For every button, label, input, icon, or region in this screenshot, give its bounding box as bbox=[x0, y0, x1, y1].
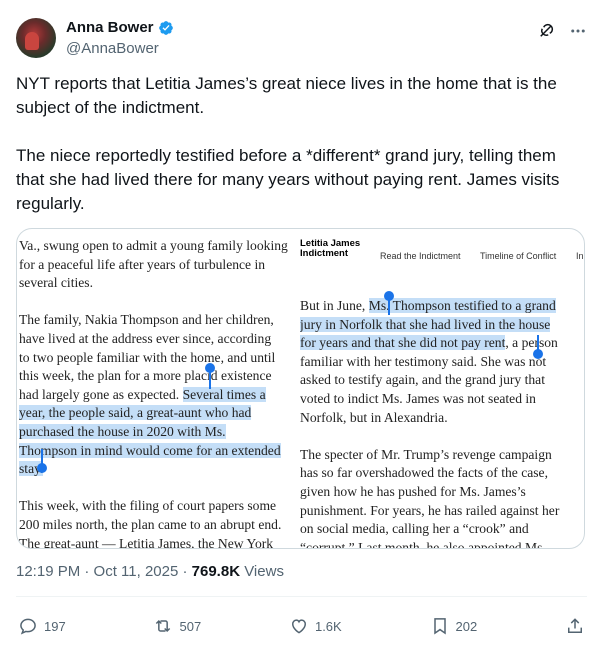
more-icon[interactable] bbox=[569, 22, 587, 40]
tweet-paragraph-2: The niece reportedly testified before a … bbox=[16, 146, 560, 213]
nyt-brand-line-2: Indictment bbox=[300, 248, 349, 259]
bookmark-count: 202 bbox=[455, 618, 478, 634]
repost-count: 507 bbox=[179, 618, 202, 634]
article-left-line: The family, Nakia Thompson and her child… bbox=[19, 312, 274, 328]
article-left-line: 200 miles north, the plan came to an abr… bbox=[19, 516, 282, 532]
views-label: Views bbox=[240, 563, 284, 580]
article-left-line: year, the people said, a great-aunt who … bbox=[19, 404, 288, 423]
tweet-actions: 197 507 1.6K 202 bbox=[18, 614, 585, 638]
views-count: 769.8K bbox=[191, 563, 241, 580]
timestamp-text[interactable]: 12:19 PM · Oct 11, 2025 · bbox=[16, 563, 192, 580]
tweet-paragraph-1: NYT reports that Letitia James’s great n… bbox=[16, 74, 557, 117]
header-actions bbox=[537, 22, 587, 40]
article-left-line: The great-aunt — Letitia James, the New … bbox=[19, 535, 274, 549]
grok-icon[interactable] bbox=[537, 22, 555, 40]
article-left-lines: Va., swung open to admit a young family … bbox=[19, 237, 288, 548]
author-name[interactable]: Anna Bower bbox=[66, 19, 154, 36]
article-screenshot[interactable]: ⌒⌒⌒ ⌒⌒ ⌒ ⌒⌒⌒⌒⌒ ⌒⌒⌒⌒⌒⌒ ⌒⌒⌒⌒⌒⌒ ⌒⌒ ⌒⌒⌒⌒⌒⌒⌒ … bbox=[16, 228, 585, 549]
article-right-highlighted-text: for years and that she did not pay rent bbox=[300, 335, 506, 351]
article-left-line: for a peaceful life after years of turbu… bbox=[19, 256, 266, 272]
article-left-line: have lived at the address ever since, ac… bbox=[19, 330, 272, 346]
article-right-highlighted-text: Ms. Thompson testified to a grand bbox=[368, 298, 556, 313]
article-right-line: voted to indict Ms. James was not seated… bbox=[300, 390, 536, 406]
article-right-line: familiar with her testimony said. She wa… bbox=[300, 353, 547, 369]
article-left-line bbox=[19, 479, 288, 498]
article-left-line: purchased the house in 2020 with Ms. bbox=[19, 423, 288, 442]
nyt-link-timeline[interactable]: Timeline of Conflict bbox=[480, 247, 556, 266]
article-right-line-text: , a person bbox=[505, 335, 558, 351]
article-right-line: asked to testify again, and the grand ju… bbox=[300, 372, 545, 388]
tweet-header: Anna Bower @AnnaBower bbox=[16, 14, 587, 62]
article-right-lines: But in June, Ms. Thompson testified to a… bbox=[300, 297, 559, 548]
article-right-line: “corrupt.” Last month, he also appointed… bbox=[300, 539, 546, 548]
article-right-highlighted-text: jury in Norfolk that she had lived in th… bbox=[300, 316, 551, 332]
verified-badge-icon bbox=[158, 20, 173, 35]
share-button[interactable] bbox=[565, 616, 585, 636]
article-left-highlighted-text: purchased the house in 2020 with Ms. bbox=[19, 423, 226, 439]
article-left-line: This week, with the filing of court pape… bbox=[19, 498, 277, 514]
share-icon bbox=[567, 618, 582, 633]
article-left-line: had largely gone as expected. Several ti… bbox=[19, 386, 288, 405]
like-button[interactable]: 1.6K bbox=[289, 616, 342, 636]
selection-cursor-start-right bbox=[388, 297, 390, 315]
repost-button[interactable]: 507 bbox=[153, 616, 201, 636]
article-left-highlighted-text: Several times a bbox=[182, 386, 266, 402]
like-icon bbox=[291, 619, 306, 634]
article-right-line-text: But in June, bbox=[300, 298, 369, 313]
like-count: 1.6K bbox=[314, 618, 342, 634]
bookmark-button[interactable]: 202 bbox=[430, 616, 478, 636]
reply-icon bbox=[20, 618, 36, 635]
article-right-line: on social media, calling her a “crook” a… bbox=[300, 521, 529, 537]
article-right-line: jury in Norfolk that she had lived in th… bbox=[300, 316, 559, 335]
article-left-column: ⌒⌒⌒ ⌒⌒ ⌒ ⌒⌒⌒⌒⌒ ⌒⌒⌒⌒⌒⌒ ⌒⌒⌒⌒⌒⌒ ⌒⌒ ⌒⌒⌒⌒⌒⌒⌒ … bbox=[19, 229, 307, 548]
repost-icon bbox=[156, 619, 171, 633]
article-right-line: punishment. For years, he has railed aga… bbox=[300, 502, 560, 518]
avatar[interactable] bbox=[16, 18, 56, 58]
divider bbox=[16, 596, 587, 597]
author-name-line: Anna Bower bbox=[66, 19, 174, 36]
nyt-link-more[interactable]: In bbox=[576, 247, 584, 266]
bookmark-icon bbox=[433, 618, 446, 635]
article-left-line: several cities. bbox=[19, 275, 93, 291]
article-left-highlighted-text: Thompson in mind would come for an exten… bbox=[19, 442, 281, 458]
nyt-article-bar: Letitia James Indictment Read the Indict… bbox=[300, 235, 584, 266]
article-left-line: Thompson in mind would come for an exten… bbox=[19, 442, 288, 461]
tweet-text: NYT reports that Letitia James’s great n… bbox=[16, 72, 587, 240]
article-right-line: Norfolk, but in Alexandria. bbox=[300, 409, 448, 425]
article-left-line: stay. bbox=[19, 460, 288, 479]
article-left-line: to two people familiar with the home, an… bbox=[19, 349, 276, 365]
selection-handle-end[interactable] bbox=[37, 463, 47, 473]
nyt-brand: Letitia James Indictment bbox=[300, 239, 360, 259]
selection-cursor-start bbox=[209, 369, 211, 389]
article-right-line: given how he has pushed for Ms. James’s bbox=[300, 483, 526, 499]
tweet-timestamp: 12:19 PM · Oct 11, 2025 · 769.8K Views bbox=[16, 563, 284, 580]
reply-count: 197 bbox=[44, 618, 66, 634]
selection-handle-end-right[interactable] bbox=[533, 349, 543, 359]
article-right-line: for years and that she did not pay rent,… bbox=[300, 334, 559, 353]
article-left-line bbox=[19, 293, 288, 312]
article-right-column: Letitia James Indictment Read the Indict… bbox=[300, 229, 584, 548]
article-right-line: has so far overshadowed the facts of the… bbox=[300, 465, 548, 481]
nyt-link-read-indictment[interactable]: Read the Indictment bbox=[380, 247, 461, 266]
article-left-highlighted-text: year, the people said, a great-aunt who … bbox=[19, 405, 252, 421]
article-left-line-text: had largely gone as expected. bbox=[19, 386, 183, 402]
author-handle[interactable]: @AnnaBower bbox=[66, 40, 159, 57]
article-left-line: this week, the plan for a more placid ex… bbox=[19, 368, 272, 384]
article-right-line bbox=[300, 427, 559, 446]
article-right-line: But in June, Ms. Thompson testified to a… bbox=[300, 297, 559, 316]
article-left-line: Va., swung open to admit a young family … bbox=[19, 238, 288, 253]
reply-button[interactable]: 197 bbox=[18, 616, 66, 636]
article-right-line: The specter of Mr. Trump’s revenge campa… bbox=[300, 446, 552, 462]
